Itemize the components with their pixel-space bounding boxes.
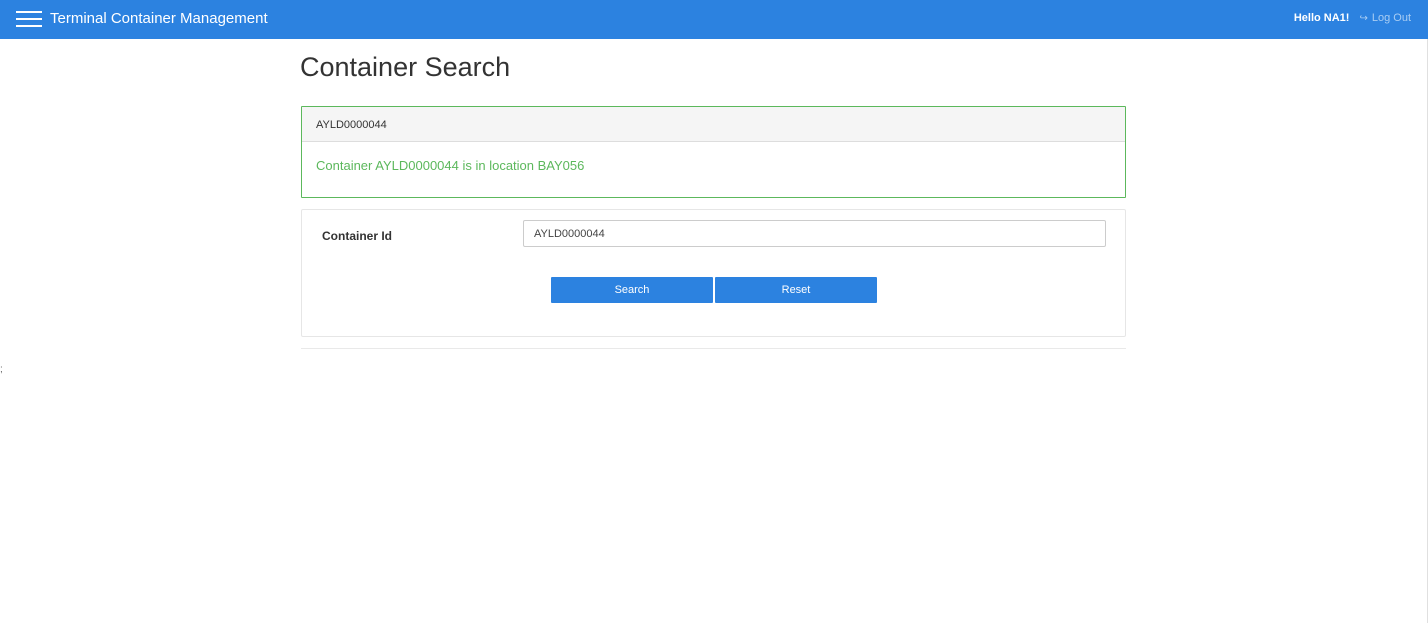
result-heading: AYLD0000044 bbox=[302, 107, 1125, 142]
stray-text: ; bbox=[0, 364, 3, 375]
result-message: Container AYLD0000044 is in location BAY… bbox=[316, 158, 585, 173]
container-id-label: Container Id bbox=[322, 229, 393, 243]
result-panel: AYLD0000044 Container AYLD0000044 is in … bbox=[301, 106, 1126, 198]
hamburger-menu-icon[interactable] bbox=[16, 11, 42, 29]
divider bbox=[301, 348, 1126, 349]
app-title[interactable]: Terminal Container Management bbox=[50, 10, 268, 27]
search-form-panel: Container Id Search Reset bbox=[301, 209, 1126, 337]
top-navbar: Terminal Container Management Hello NA1!… bbox=[0, 0, 1428, 39]
logout-link[interactable]: ↪ Log Out bbox=[1359, 12, 1411, 24]
page-title: Container Search bbox=[300, 52, 511, 82]
search-button[interactable]: Search bbox=[551, 277, 713, 303]
user-greeting: Hello NA1! bbox=[1293, 12, 1350, 24]
reset-button[interactable]: Reset bbox=[715, 277, 877, 303]
container-id-input[interactable] bbox=[523, 220, 1106, 247]
user-area: Hello NA1! ↪ Log Out bbox=[1294, 12, 1411, 24]
sign-out-icon: ↪ bbox=[1359, 12, 1368, 24]
logout-label: Log Out bbox=[1371, 12, 1411, 24]
